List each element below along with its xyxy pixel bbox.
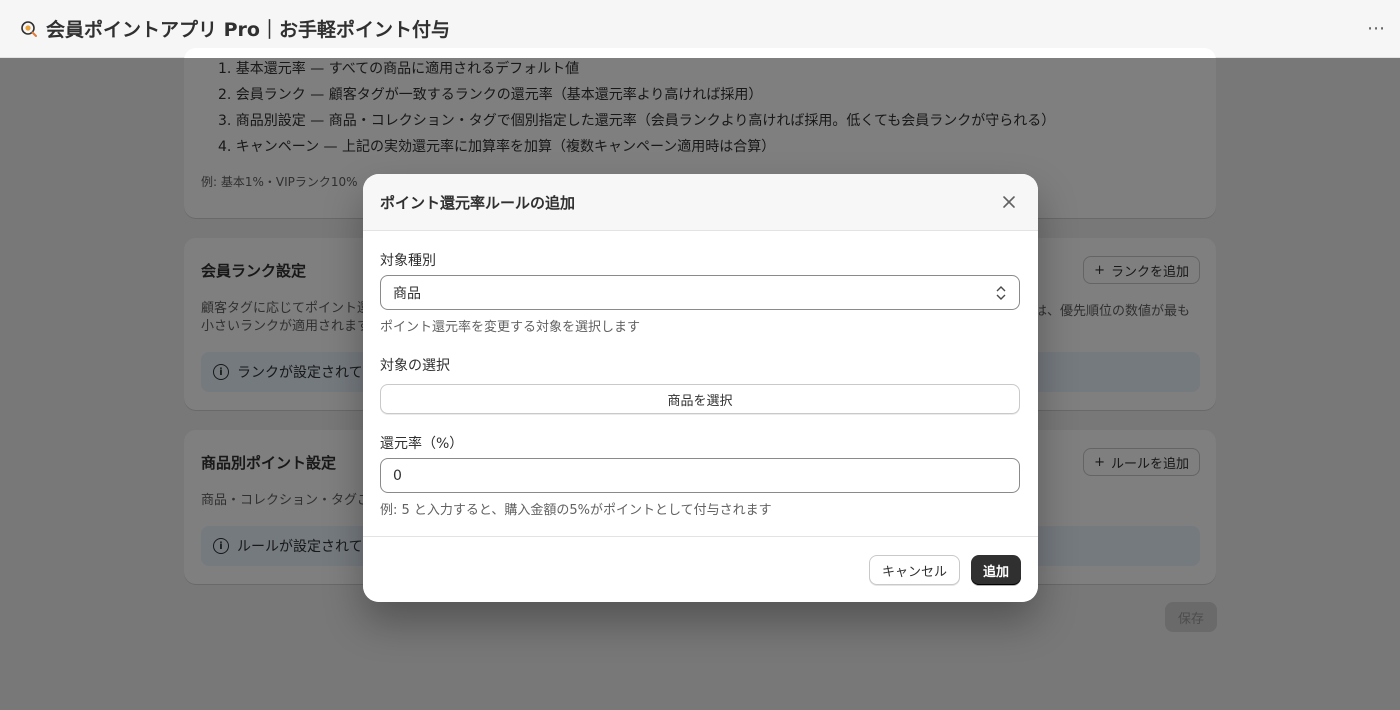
target-type-help: ポイント還元率を変更する対象を選択します xyxy=(380,320,641,335)
add-rule-modal: ポイント還元率ルールの追加 対象種別 商品 ポイント還元率を変更する対象を選択し… xyxy=(363,174,1038,602)
target-type-label: 対象種別 xyxy=(380,253,436,269)
rate-help: 例: 5 と入力すると、購入金額の5%がポイントとして付与されます xyxy=(380,503,772,518)
cancel-button[interactable]: キャンセル xyxy=(868,555,960,585)
target-select-label: 対象の選択 xyxy=(380,358,450,374)
close-icon[interactable] xyxy=(998,191,1020,213)
modal-title: ポイント還元率ルールの追加 xyxy=(380,193,576,212)
select-chevron-icon xyxy=(995,284,1007,306)
target-type-select[interactable]: 商品 xyxy=(380,275,1020,310)
modal-header: ポイント還元率ルールの追加 xyxy=(363,174,1038,231)
more-horizontal-icon[interactable]: ⋯ xyxy=(1367,18,1386,39)
modal-footer: キャンセル 追加 xyxy=(363,536,1038,602)
select-product-button[interactable]: 商品を選択 xyxy=(380,384,1020,414)
coin-search-icon xyxy=(20,20,38,38)
app-title: 会員ポイントアプリ Pro｜お手軽ポイント付与 xyxy=(46,19,450,41)
target-type-value: 商品 xyxy=(393,285,421,302)
rate-label: 還元率（%） xyxy=(380,436,464,452)
add-button[interactable]: 追加 xyxy=(970,555,1021,585)
rate-input[interactable] xyxy=(380,458,1020,493)
